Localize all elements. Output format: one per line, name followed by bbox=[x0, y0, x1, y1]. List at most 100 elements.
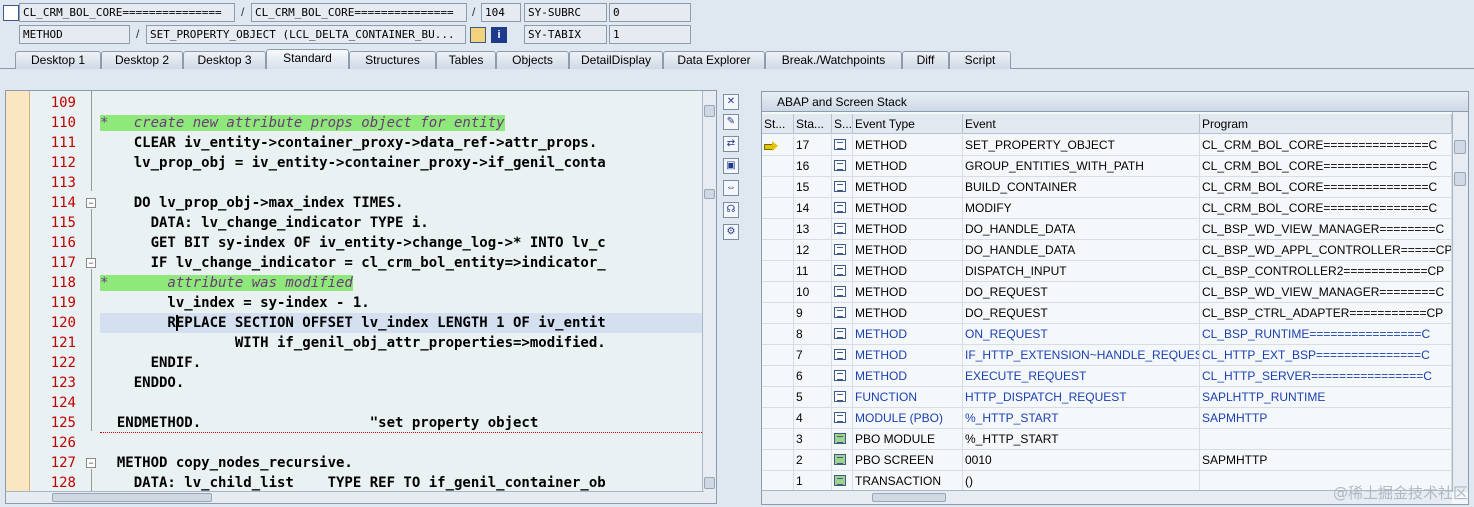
stack-row[interactable]: 7 METHOD IF_HTTP_EXTENSION~HANDLE_REQUEST C… bbox=[762, 345, 1452, 366]
program-name[interactable]: SAPMHTTP bbox=[1200, 408, 1452, 429]
include-field[interactable]: CL_CRM_BOL_CORE=============== bbox=[251, 3, 467, 22]
event-name[interactable]: DO_REQUEST bbox=[963, 282, 1200, 303]
collapse-icon[interactable]: − bbox=[86, 258, 96, 268]
program-name[interactable]: CL_HTTP_SERVER================C bbox=[1200, 366, 1452, 387]
event-name[interactable]: DO_HANDLE_DATA bbox=[963, 219, 1200, 240]
column-header-s[interactable]: S... bbox=[832, 114, 853, 134]
event-name[interactable]: ON_REQUEST bbox=[963, 324, 1200, 345]
close-icon[interactable]: ✕ bbox=[723, 94, 739, 110]
collapse-icon[interactable]: − bbox=[86, 198, 96, 208]
stack-row[interactable]: 11 METHOD DISPATCH_INPUT CL_BSP_CONTROLLER2… bbox=[762, 261, 1452, 282]
swap-icon[interactable]: ⇔ bbox=[723, 180, 739, 196]
tab-breakpoints[interactable]: Break./Watchpoints bbox=[765, 51, 902, 69]
source-icon[interactable] bbox=[3, 5, 19, 21]
tab-objects[interactable]: Objects bbox=[496, 51, 569, 69]
event-name[interactable]: DO_HANDLE_DATA bbox=[963, 240, 1200, 261]
event-name[interactable]: DO_REQUEST bbox=[963, 303, 1200, 324]
column-header-event[interactable]: Event bbox=[963, 114, 1200, 134]
stack-row[interactable]: 12 METHOD DO_HANDLE_DATA CL_BSP_WD_APPL_CON… bbox=[762, 240, 1452, 261]
sy-subrc-value[interactable]: 0 bbox=[609, 3, 691, 22]
stack-row[interactable]: 16 METHOD GROUP_ENTITIES_WITH_PATH CL_CRM_B… bbox=[762, 156, 1452, 177]
event-name[interactable]: MODIFY bbox=[963, 198, 1200, 219]
program-name[interactable]: CL_BSP_WD_VIEW_MANAGER========C bbox=[1200, 282, 1452, 303]
tab-diff[interactable]: Diff bbox=[902, 51, 949, 69]
tab-script[interactable]: Script bbox=[949, 51, 1011, 69]
stack-row[interactable]: 3 PBO MODULE %_HTTP_START bbox=[762, 429, 1452, 450]
event-name[interactable]: 0010 bbox=[963, 450, 1200, 471]
tab-data-explorer[interactable]: Data Explorer bbox=[663, 51, 765, 69]
services-icon[interactable]: ☊ bbox=[723, 202, 739, 218]
program-name[interactable]: CL_BSP_WD_APPL_CONTROLLER=====CP bbox=[1200, 240, 1452, 261]
code-editor[interactable]: * create new attribute props object for … bbox=[100, 91, 706, 503]
program-name[interactable]: CL_BSP_CONTROLLER2============CP bbox=[1200, 261, 1452, 282]
stack-row[interactable]: 6 METHOD EXECUTE_REQUEST CL_HTTP_SERVER====… bbox=[762, 366, 1452, 387]
program-name[interactable]: CL_CRM_BOL_CORE===============C bbox=[1200, 135, 1452, 156]
event-name[interactable]: EXECUTE_REQUEST bbox=[963, 366, 1200, 387]
column-header-program[interactable]: Program bbox=[1200, 114, 1452, 134]
scroll-up-button[interactable] bbox=[1454, 140, 1466, 154]
stack-row[interactable]: 8 METHOD ON_REQUEST CL_BSP_RUNTIME=========… bbox=[762, 324, 1452, 345]
program-name[interactable]: CL_BSP_WD_VIEW_MANAGER========C bbox=[1200, 219, 1452, 240]
code-horizontal-scrollbar[interactable] bbox=[6, 491, 704, 503]
program-name[interactable]: CL_HTTP_EXT_BSP===============C bbox=[1200, 345, 1452, 366]
stack-row[interactable]: 9 METHOD DO_REQUEST CL_BSP_CTRL_ADAPTER====… bbox=[762, 303, 1452, 324]
program-name[interactable]: CL_CRM_BOL_CORE===============C bbox=[1200, 156, 1452, 177]
program-name[interactable]: SAPLHTTP_RUNTIME bbox=[1200, 387, 1452, 408]
main-program-field[interactable]: CL_CRM_BOL_CORE=============== bbox=[19, 3, 235, 22]
navigate-icon[interactable] bbox=[470, 27, 486, 43]
tab-structures[interactable]: Structures bbox=[349, 51, 436, 69]
stack-row[interactable]: 17 METHOD SET_PROPERTY_OBJECT CL_CRM_BOL_CO… bbox=[762, 135, 1452, 156]
column-header-stack-level[interactable]: Sta... bbox=[794, 114, 832, 134]
stack-row[interactable]: 5 FUNCTION HTTP_DISPATCH_REQUEST SAPLHTTP_R… bbox=[762, 387, 1452, 408]
tab-detaildisplay[interactable]: DetailDisplay bbox=[569, 51, 663, 69]
collapse-icon[interactable]: − bbox=[86, 458, 96, 468]
tab-tables[interactable]: Tables bbox=[436, 51, 496, 69]
event-name[interactable]: HTTP_DISPATCH_REQUEST bbox=[963, 387, 1200, 408]
column-header-st[interactable]: St... bbox=[762, 114, 794, 134]
event-name[interactable]: SET_PROPERTY_OBJECT bbox=[963, 135, 1200, 156]
event-type-field[interactable]: METHOD bbox=[19, 25, 130, 44]
info-icon[interactable]: i bbox=[491, 27, 507, 43]
stack-row[interactable]: 2 PBO SCREEN 0010 SAPMHTTP bbox=[762, 450, 1452, 471]
program-name[interactable]: SAPMHTTP bbox=[1200, 450, 1452, 471]
event-name[interactable]: GROUP_ENTITIES_WITH_PATH bbox=[963, 156, 1200, 177]
event-name[interactable]: () bbox=[963, 471, 1200, 492]
event-name[interactable]: %_HTTP_START bbox=[963, 429, 1200, 450]
event-name[interactable]: IF_HTTP_EXTENSION~HANDLE_REQUEST bbox=[963, 345, 1200, 366]
event-field[interactable]: SET_PROPERTY_OBJECT (LCL_DELTA_CONTAINER… bbox=[146, 25, 466, 44]
settings-icon[interactable]: ⚙ bbox=[723, 224, 739, 240]
stack-row[interactable]: 15 METHOD BUILD_CONTAINER CL_CRM_BOL_CORE==… bbox=[762, 177, 1452, 198]
tab-desktop-3[interactable]: Desktop 3 bbox=[183, 51, 266, 69]
stack-vertical-scrollbar[interactable] bbox=[1452, 112, 1468, 492]
line-number-field[interactable]: 104 bbox=[481, 3, 521, 22]
sy-tabix-value[interactable]: 1 bbox=[609, 25, 691, 44]
tab-desktop-2[interactable]: Desktop 2 bbox=[101, 51, 183, 69]
scroll-thumb[interactable] bbox=[872, 493, 946, 502]
scroll-thumb[interactable] bbox=[704, 189, 715, 199]
program-name[interactable]: CL_CRM_BOL_CORE===============C bbox=[1200, 198, 1452, 219]
tab-desktop-1[interactable]: Desktop 1 bbox=[15, 51, 101, 69]
program-name[interactable] bbox=[1200, 429, 1452, 450]
code-vertical-scrollbar[interactable] bbox=[702, 91, 716, 503]
program-name[interactable]: CL_BSP_CTRL_ADAPTER===========CP bbox=[1200, 303, 1452, 324]
event-name[interactable]: DISPATCH_INPUT bbox=[963, 261, 1200, 282]
column-header-event-type[interactable]: Event Type bbox=[853, 114, 963, 134]
new-tool-icon[interactable]: ✎ bbox=[723, 114, 739, 130]
breakpoint-column[interactable] bbox=[6, 91, 30, 503]
stack-row[interactable]: 13 METHOD DO_HANDLE_DATA CL_BSP_WD_VIEW_MAN… bbox=[762, 219, 1452, 240]
tab-standard[interactable]: Standard bbox=[266, 49, 349, 69]
scroll-up-button[interactable] bbox=[704, 105, 715, 117]
scroll-down-button[interactable] bbox=[704, 477, 715, 489]
scroll-thumb[interactable] bbox=[52, 493, 212, 502]
source-code-panel[interactable]: 109 110 111 112 113 114 115 116 117 118 … bbox=[5, 90, 717, 504]
stack-row[interactable]: 14 METHOD MODIFY CL_CRM_BOL_CORE===========… bbox=[762, 198, 1452, 219]
program-name[interactable]: CL_CRM_BOL_CORE===============C bbox=[1200, 177, 1452, 198]
scroll-down-button[interactable] bbox=[1454, 172, 1466, 186]
stack-row[interactable]: 10 METHOD DO_REQUEST CL_BSP_WD_VIEW_MANAGER… bbox=[762, 282, 1452, 303]
program-name[interactable]: CL_BSP_RUNTIME================C bbox=[1200, 324, 1452, 345]
event-name[interactable]: %_HTTP_START bbox=[963, 408, 1200, 429]
maximize-icon[interactable]: ▣ bbox=[723, 158, 739, 174]
event-name[interactable]: BUILD_CONTAINER bbox=[963, 177, 1200, 198]
stack-row[interactable]: 4 MODULE (PBO) %_HTTP_START SAPMHTTP bbox=[762, 408, 1452, 429]
replace-tool-icon[interactable]: ⇄ bbox=[723, 136, 739, 152]
